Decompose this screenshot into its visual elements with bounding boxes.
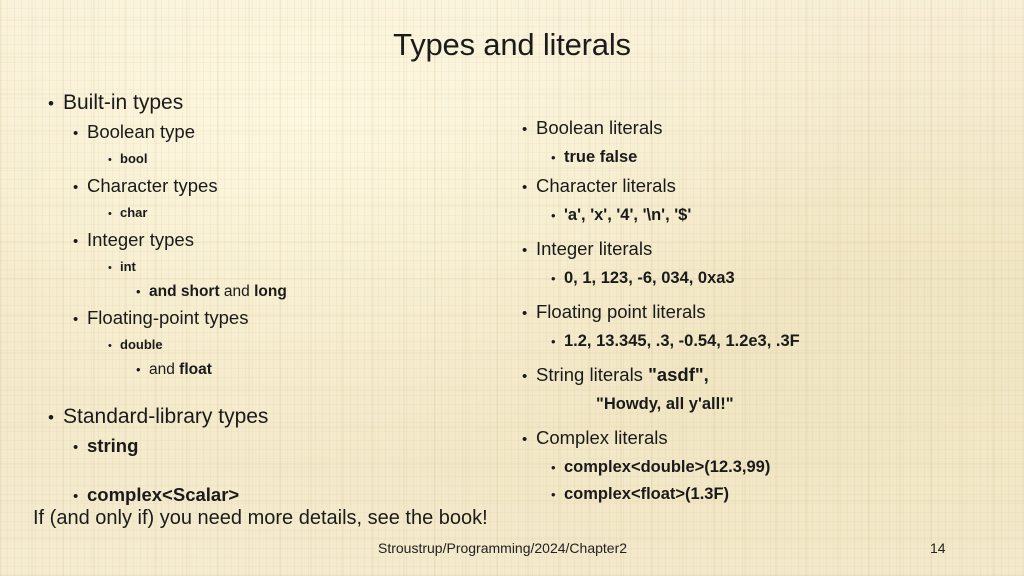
- footer-attribution: Stroustrup/Programming/2024/Chapter2: [378, 540, 628, 556]
- code-token: double: [120, 337, 163, 352]
- bullet-icon: •: [73, 311, 79, 328]
- bullet-icon: •: [48, 94, 54, 113]
- bullet-label: Floating-point types: [87, 307, 249, 328]
- code-token-float: float: [179, 361, 212, 378]
- bullet-character-literals: • Character literals: [518, 171, 988, 202]
- page-title: Types and literals: [393, 27, 631, 62]
- bullet-character-values: • 'a', 'x', '4', '\n', '$': [518, 202, 988, 229]
- conjunction-and: and: [149, 361, 180, 378]
- bullet-icon: •: [522, 305, 528, 322]
- bullet-icon: •: [73, 233, 79, 250]
- bullet-icon: •: [551, 334, 556, 349]
- bullet-icon: •: [73, 179, 79, 196]
- bullet-label-composite: String literals "asdf",: [536, 360, 709, 389]
- bullet-label: Boolean literals: [536, 117, 663, 138]
- bullet-label: Integer types: [87, 229, 194, 250]
- bullet-icon: •: [73, 125, 79, 142]
- code-token: complex<Scalar>: [87, 484, 240, 505]
- bullet-character-types: • Character types: [44, 172, 474, 201]
- bullet-icon: •: [551, 150, 556, 165]
- bullet-icon: •: [522, 121, 528, 138]
- bullet-label: Standard-library types: [63, 405, 269, 428]
- code-token: 1.2, 13.345, .3, -0.54, 1.2e3, .3F: [564, 332, 800, 350]
- code-token-long: long: [254, 283, 287, 300]
- bullet-char-code: • char: [44, 201, 474, 226]
- bullet-built-in-types: • Built-in types: [44, 88, 474, 118]
- bullet-icon: •: [73, 439, 79, 456]
- bullet-label: Character literals: [536, 175, 676, 196]
- bullet-label: Integer literals: [536, 238, 653, 259]
- bullet-standard-library-types: • Standard-library types: [44, 402, 474, 432]
- bullet-label: Built-in types: [63, 91, 184, 114]
- bullet-floating-point-values: • 1.2, 13.345, .3, -0.54, 1.2e3, .3F: [518, 328, 988, 355]
- string-literals-second-line: "Howdy, all y'all!": [596, 395, 734, 413]
- right-content-column: • Boolean literals • true false • Charac…: [518, 113, 988, 508]
- bullet-complex-double-value: • complex<double>(12.3,99): [518, 454, 988, 481]
- bullet-label: Complex literals: [536, 427, 668, 448]
- bullet-integer-types: • Integer types: [44, 226, 474, 255]
- bullet-boolean-type: • Boolean type: [44, 118, 474, 147]
- bullet-icon: •: [551, 208, 556, 223]
- left-column-spacer-2: [44, 461, 474, 481]
- bullet-icon: •: [522, 242, 528, 259]
- bullet-string-code: • string: [44, 432, 474, 461]
- bullet-icon: •: [522, 368, 528, 385]
- bullet-icon: •: [108, 154, 112, 166]
- bullet-integer-literals: • Integer literals: [518, 234, 988, 265]
- bullet-icon: •: [108, 262, 112, 274]
- slide-canvas: Types and literals • Built-in types • Bo…: [0, 0, 1024, 576]
- code-token: true false: [564, 148, 638, 166]
- bullet-icon: •: [551, 271, 556, 286]
- bullet-bool-code: • bool: [44, 147, 474, 172]
- code-token: complex<double>(12.3,99): [564, 458, 771, 476]
- conjunction-and: and: [219, 283, 255, 300]
- bullet-int-code: • int: [44, 255, 474, 280]
- bullet-and-float: • and float: [44, 358, 474, 382]
- bullet-boolean-literals: • Boolean literals: [518, 113, 988, 144]
- bullet-label: Floating point literals: [536, 301, 706, 322]
- code-token: string: [87, 435, 139, 456]
- bullet-double-code: • double: [44, 333, 474, 358]
- bullet-icon: •: [136, 284, 141, 299]
- bullet-icon: •: [48, 408, 54, 427]
- code-token: 'a', 'x', '4', '\n', '$': [564, 206, 692, 224]
- slide-footer: Stroustrup/Programming/2024/Chapter2 14: [0, 538, 1024, 562]
- code-token: char: [120, 205, 148, 220]
- bullet-string-literals: • String literals "asdf",: [518, 360, 988, 391]
- bullet-short-and-long: • and short and long: [44, 280, 474, 304]
- bullet-label-composite: and float: [149, 358, 212, 382]
- bullet-label: Boolean type: [87, 121, 196, 142]
- code-token-and-short: and short: [149, 283, 220, 300]
- code-token: 0, 1, 123, -6, 034, 0xa3: [564, 269, 735, 287]
- bullet-label: String literals: [536, 364, 649, 385]
- left-column-spacer: [44, 382, 474, 402]
- code-token: complex<float>(1.3F): [564, 485, 730, 503]
- code-token: bool: [120, 151, 148, 166]
- bullet-boolean-values: • true false: [518, 144, 988, 171]
- bullet-icon: •: [551, 487, 556, 502]
- bottom-note: If (and only if) you need more details, …: [33, 507, 488, 529]
- bullet-icon: •: [136, 362, 141, 377]
- bullet-complex-float-value: • complex<float>(1.3F): [518, 481, 988, 508]
- bullet-integer-values: • 0, 1, 123, -6, 034, 0xa3: [518, 265, 988, 292]
- bullet-floating-point-literals: • Floating point literals: [518, 297, 988, 328]
- bullet-icon: •: [108, 340, 112, 352]
- bullet-complex-literals: • Complex literals: [518, 423, 988, 454]
- bullet-floating-point-types: • Floating-point types: [44, 304, 474, 333]
- left-content-column: • Built-in types • Boolean type • bool •…: [44, 88, 474, 510]
- bullet-icon: •: [522, 179, 528, 196]
- bullet-icon: •: [522, 431, 528, 448]
- footer-page-number: 14: [930, 540, 946, 556]
- code-token-asdf: "asdf",: [648, 364, 709, 385]
- bullet-icon: •: [551, 460, 556, 475]
- bullet-label-composite: and short and long: [149, 280, 287, 304]
- code-token: int: [120, 259, 136, 274]
- bullet-label: Character types: [87, 175, 218, 196]
- bullet-icon: •: [108, 208, 112, 220]
